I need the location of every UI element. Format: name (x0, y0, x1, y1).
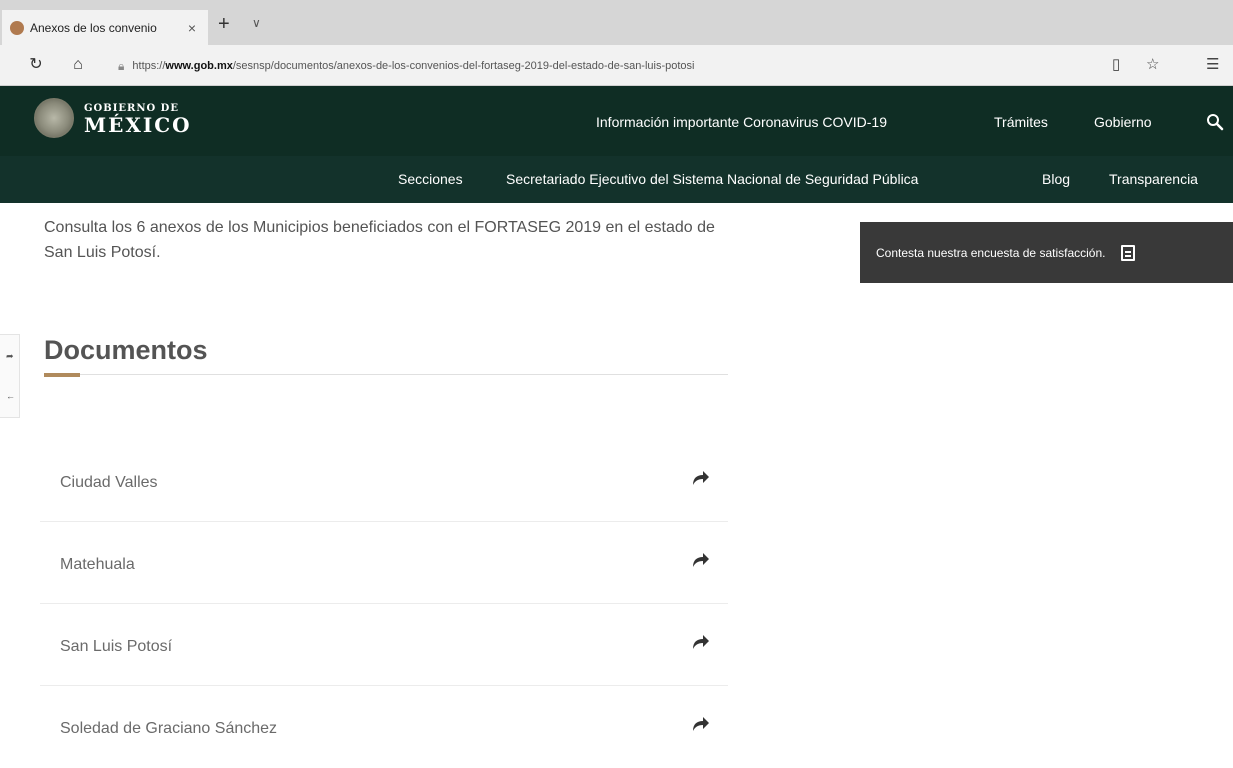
side-arrow-icon: ➦ (6, 351, 14, 361)
subnav-secretariado[interactable]: Secretariado Ejecutivo del Sistema Nacio… (506, 171, 918, 187)
section-accent-bar (44, 373, 80, 377)
document-label[interactable]: Ciudad Valles (60, 473, 158, 493)
document-list: Ciudad Valles Matehuala San Luis Potosí … (40, 440, 728, 768)
url-host: www.gob.mx (165, 60, 233, 72)
reading-view-icon[interactable]: ▯ (1112, 55, 1120, 75)
share-arrow-icon[interactable] (692, 634, 710, 650)
url-path: /sesnsp/documentos/anexos-de-los-conveni… (232, 60, 695, 72)
document-label[interactable]: San Luis Potosí (60, 637, 172, 657)
favorites-list-icon[interactable]: ☰ (1206, 55, 1219, 75)
side-share-tab[interactable]: ➦ ← (0, 334, 20, 418)
brand-line2: MÉXICO (84, 113, 192, 137)
document-label[interactable]: Soledad de Graciano Sánchez (60, 719, 277, 739)
brand-logo[interactable]: GOBIERNO DE MÉXICO (84, 103, 192, 136)
favorite-star-icon[interactable]: ☆ (1146, 55, 1159, 75)
section-divider (44, 374, 728, 375)
nav-covid-info[interactable]: Información importante Coronavirus COVID… (596, 114, 887, 130)
site-favicon-icon (10, 20, 24, 35)
section-title: Documentos (44, 335, 208, 365)
home-icon[interactable]: ⌂ (68, 55, 88, 75)
subnav-blog[interactable]: Blog (1042, 171, 1070, 187)
nav-tramites[interactable]: Trámites (994, 114, 1048, 130)
document-item[interactable]: Soledad de Graciano Sánchez (40, 686, 728, 768)
search-icon[interactable] (1206, 113, 1224, 131)
intro-text: Consulta los 6 anexos de los Municipios … (44, 219, 715, 261)
subnav-transparencia[interactable]: Transparencia (1109, 171, 1198, 187)
lock-icon: 🔒︎ (118, 58, 125, 73)
document-item[interactable]: Ciudad Valles (40, 440, 728, 522)
tab-close-icon[interactable]: × (184, 20, 200, 36)
url-scheme: https:// (132, 60, 166, 72)
nav-gobierno[interactable]: Gobierno (1094, 114, 1152, 130)
refresh-icon[interactable]: ↻ (26, 55, 46, 75)
subnav-secciones[interactable]: Secciones (398, 171, 463, 187)
sub-navigation: Secciones Secretariado Ejecutivo del Sis… (0, 156, 1233, 203)
coat-of-arms-logo-icon[interactable] (34, 98, 74, 138)
share-arrow-icon[interactable] (692, 716, 710, 732)
survey-button[interactable]: Contesta nuestra encuesta de satisfacció… (860, 222, 1233, 283)
browser-toolbar: ↻ ⌂ 🔒︎ https://www.gob.mx/sesnsp/documen… (0, 45, 1233, 86)
share-arrow-icon[interactable] (692, 552, 710, 568)
document-icon (1121, 244, 1136, 261)
document-item[interactable]: San Luis Potosí (40, 604, 728, 686)
address-bar[interactable]: 🔒︎ https://www.gob.mx/sesnsp/documentos/… (118, 55, 1078, 77)
survey-label: Contesta nuestra encuesta de satisfacció… (876, 245, 1106, 260)
document-label[interactable]: Matehuala (60, 555, 135, 575)
new-tab-button[interactable]: + (218, 14, 230, 34)
tab-title: Anexos de los convenio (30, 20, 157, 35)
document-item[interactable]: Matehuala (40, 522, 728, 604)
browser-tab-strip: Anexos de los convenio × + ∨ (0, 0, 1233, 45)
side-arrow-icon: ← (6, 391, 15, 401)
site-header: GOBIERNO DE MÉXICO Información important… (0, 86, 1233, 156)
tab-list-chevron-icon[interactable]: ∨ (252, 16, 261, 30)
share-arrow-icon[interactable] (692, 470, 710, 486)
browser-tab[interactable]: Anexos de los convenio × (2, 10, 208, 45)
